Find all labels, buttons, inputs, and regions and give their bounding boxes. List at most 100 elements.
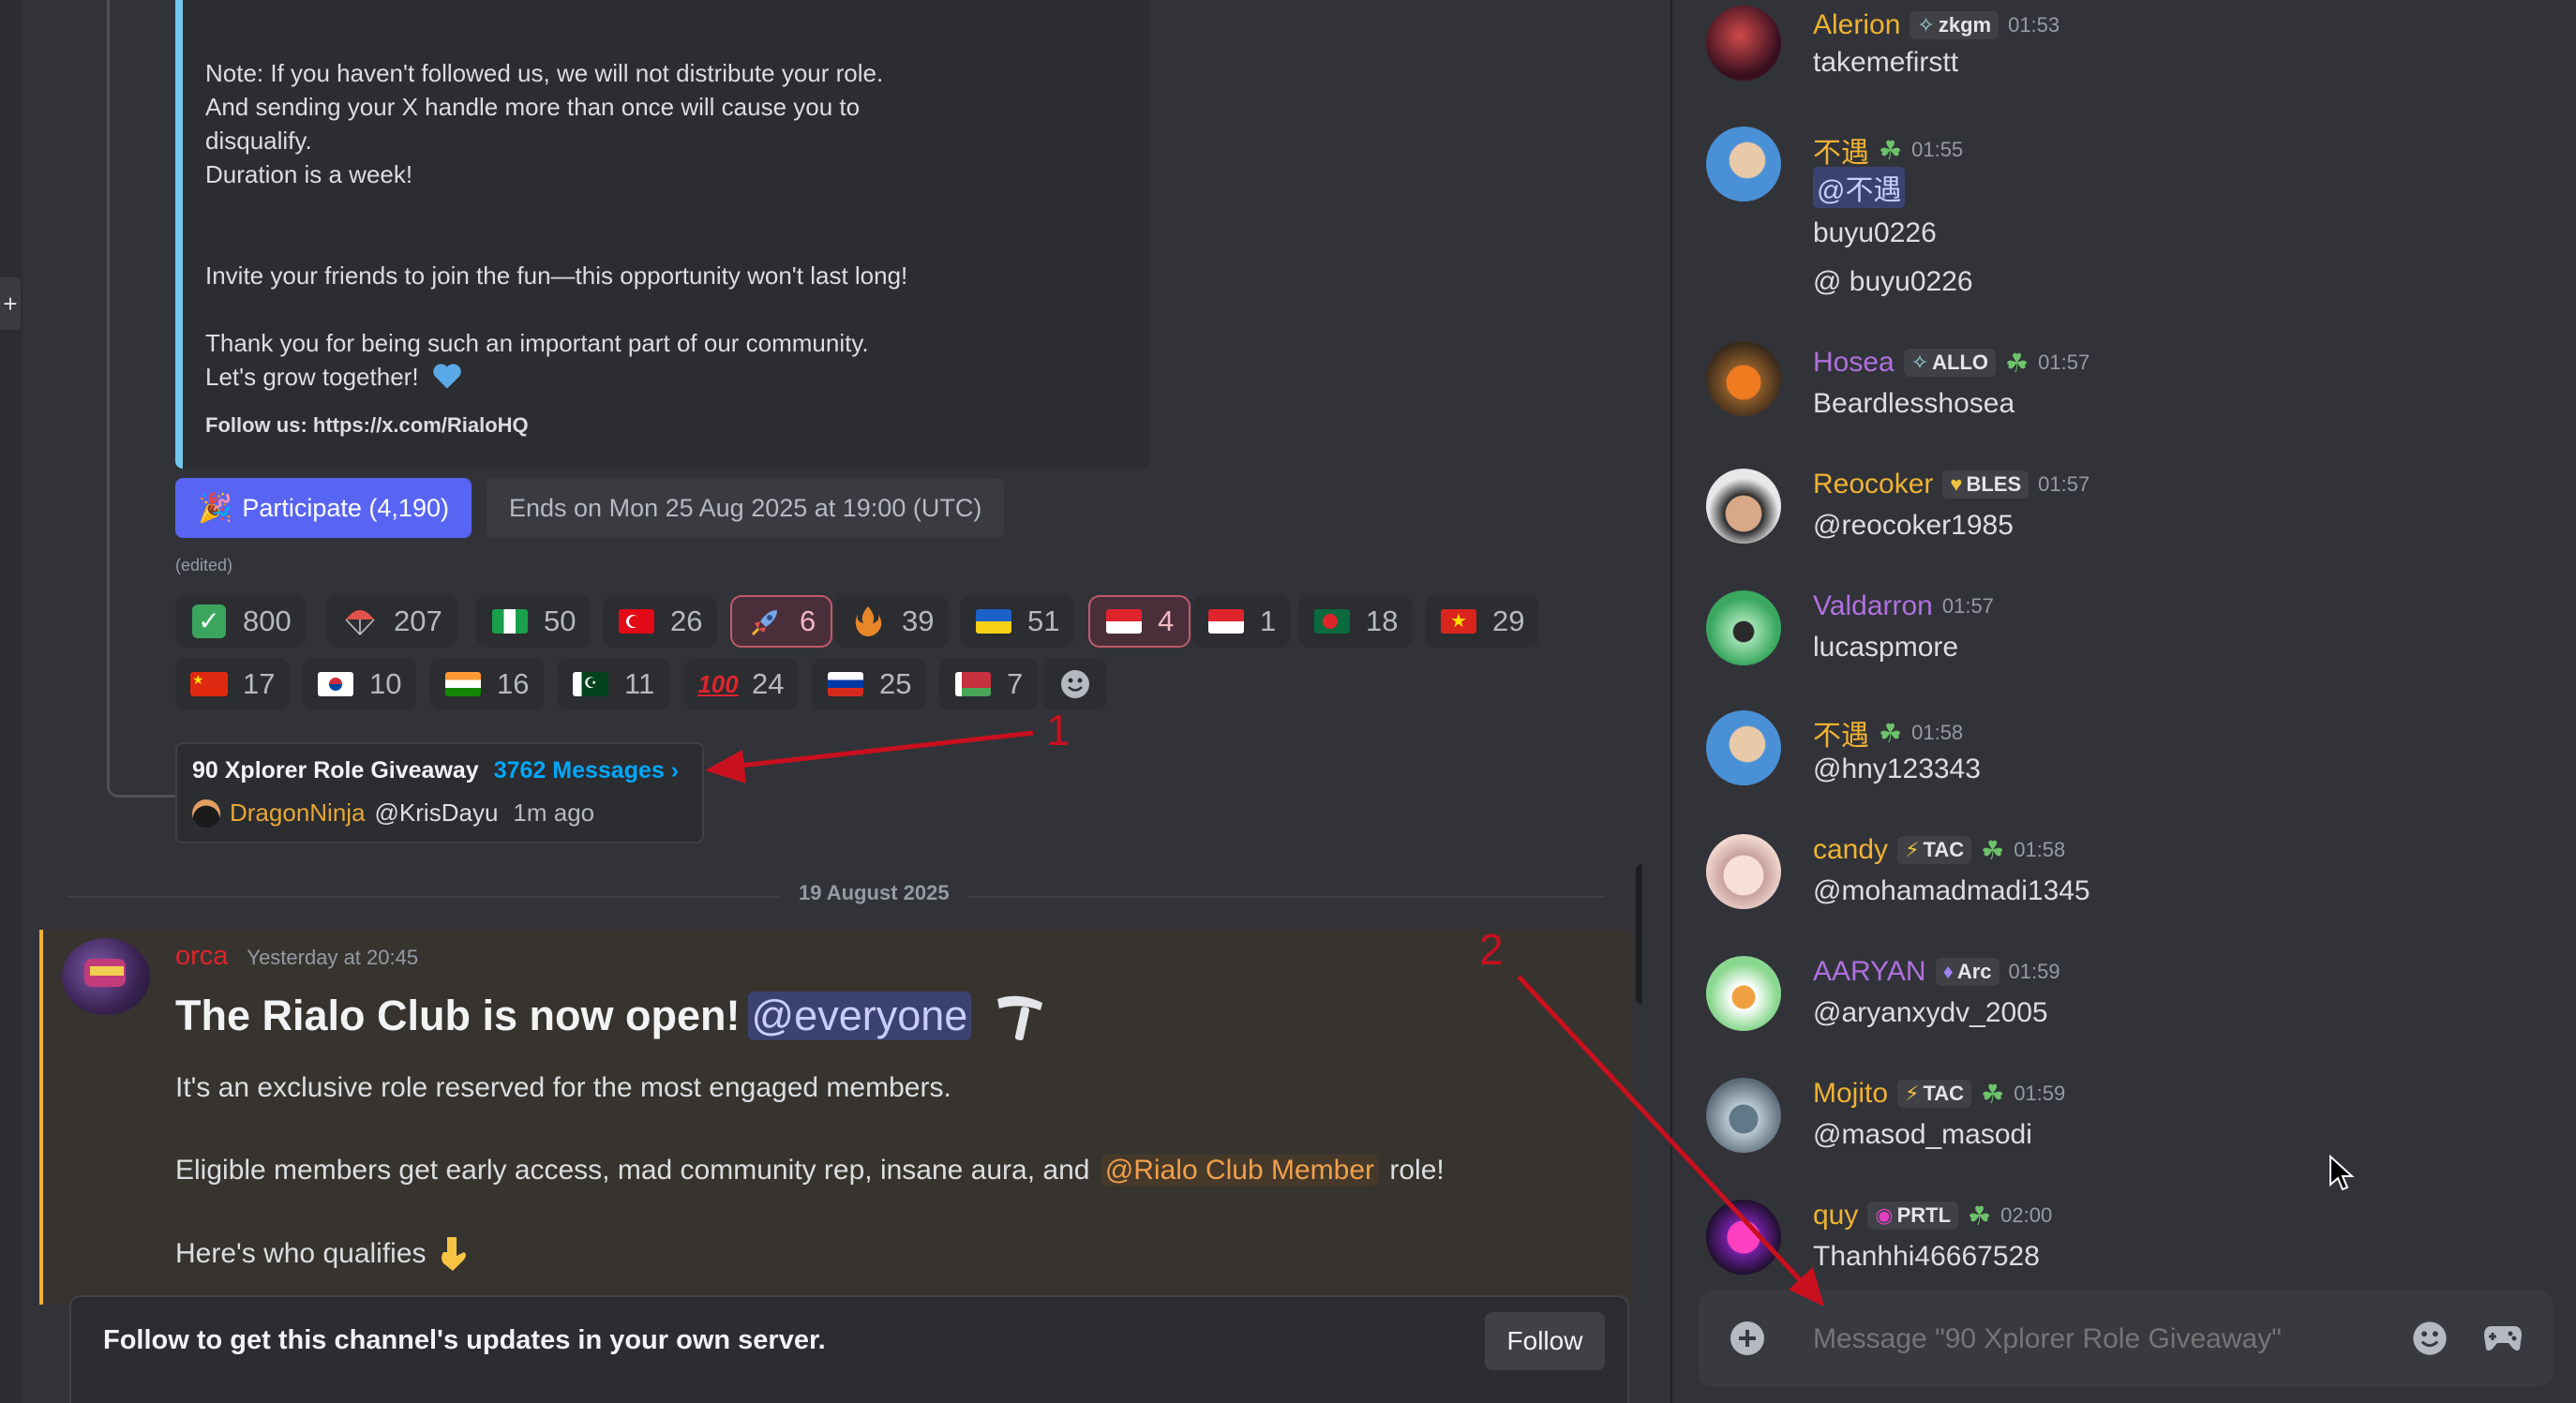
embed-follow-link[interactable]: Follow us: https://x.com/RialoHQ (205, 409, 529, 442)
reaction-flag-indonesia-2[interactable]: 1 (1192, 595, 1292, 648)
flag-indonesia-icon (1105, 609, 1143, 634)
guild-tag: ✧ ALLO (1903, 349, 1997, 377)
channel-pane: + Note: If you haven't followed us, we w… (0, 0, 1642, 1403)
timestamp: 01:55 (1911, 138, 1964, 161)
reaction-flag-vietnam[interactable]: ★ 29 (1425, 595, 1540, 648)
message-input[interactable] (1811, 1312, 2396, 1366)
participate-button[interactable]: 🎉 Participate (4,190) (175, 478, 472, 538)
leaf-badge-icon: ☘ (1981, 835, 2005, 865)
giveaway-end-time: Ends on Mon 25 Aug 2025 at 19:00 (UTC) (487, 478, 1005, 538)
follow-button[interactable]: Follow (1485, 1312, 1605, 1370)
guild-tag: ◉ PRTL (1867, 1202, 1959, 1230)
thread-time: 1m ago (513, 799, 595, 827)
guild-tag: ⚡ TAC (1897, 836, 1972, 864)
reaction-flag-belarus[interactable]: 7 (939, 658, 1039, 710)
flag-turkey-icon (618, 609, 655, 634)
reaction-flag-ukraine[interactable]: 51 (960, 595, 1075, 648)
thread-title: 90 Xplorer Role Giveaway (192, 757, 479, 784)
mouse-cursor-icon (2329, 1155, 2355, 1191)
message-text: @masod_masodi (1813, 1119, 2032, 1150)
thread-preview-card[interactable]: 90 Xplorer Role Giveaway 3762 Messages ›… (175, 742, 704, 843)
reaction-flag-india[interactable]: 16 (429, 658, 545, 710)
add-icon[interactable]: + (0, 277, 21, 330)
server-sidebar-edge (0, 0, 22, 1403)
embed-invite: Invite your friends to join the fun—this… (205, 261, 908, 290)
username[interactable]: quy (1813, 1200, 1858, 1231)
guild-tag-label: PRTL (1896, 1203, 1952, 1227)
username[interactable]: Mojito (1813, 1078, 1888, 1110)
sparkle-icon: ✧ (1917, 13, 1935, 37)
emoji-icon[interactable] (2411, 1320, 2449, 1357)
everyone-mention[interactable]: @everyone (747, 992, 972, 1040)
avatar (1706, 6, 1781, 81)
user-mention[interactable]: @不遇 (1813, 167, 1906, 208)
thread-message-count[interactable]: 3762 Messages › (494, 757, 679, 784)
username[interactable]: 不遇 (1813, 712, 1869, 754)
username[interactable]: Alerion (1813, 9, 1900, 41)
flag-ukraine-icon (975, 609, 1012, 634)
username[interactable]: candy (1813, 834, 1888, 866)
reaction-count: 11 (624, 667, 655, 700)
follow-channel-notice: Follow to get this channel's updates in … (69, 1295, 1629, 1403)
announcement-line-2-end: role! (1389, 1155, 1445, 1186)
username[interactable]: AARYAN (1813, 956, 1926, 988)
message-text: @reocoker1985 (1813, 510, 2014, 541)
reaction-count: 29 (1492, 604, 1525, 637)
channel-scrollbar[interactable] (1636, 864, 1642, 1005)
avatar (62, 938, 150, 1015)
announcement-author[interactable]: orca (175, 941, 228, 972)
reaction-flag-nigeria[interactable]: 50 (476, 595, 592, 648)
bolt-icon: ⚡ (1905, 1082, 1920, 1105)
ring-icon: ◉ (1875, 1203, 1894, 1227)
gamepad-icon[interactable] (2482, 1320, 2524, 1357)
reaction-flame-emblem[interactable]: 39 (834, 595, 950, 648)
date-divider-label: 19 August 2025 (799, 881, 950, 904)
reaction-flag-china[interactable]: ★ 17 (175, 658, 291, 710)
add-attachment-icon[interactable] (1729, 1320, 1766, 1357)
reaction-count: 207 (394, 604, 442, 637)
flame-icon: ♦ (1942, 960, 1954, 983)
username[interactable]: 不遇 (1813, 129, 1869, 171)
date-divider: 19 August 2025 (67, 881, 1605, 909)
reaction-check[interactable]: ✓ 800 (175, 595, 307, 648)
edited-label: (edited) (175, 556, 233, 575)
participate-label: Participate (4,190) (242, 493, 449, 522)
flag-vietnam-icon: ★ (1440, 609, 1477, 634)
reaction-flag-bangladesh[interactable]: 18 (1298, 595, 1414, 648)
reaction-count: 16 (497, 667, 530, 700)
flag-russia-icon (827, 672, 864, 696)
leaf-badge-icon: ☘ (2005, 348, 2029, 378)
reaction-count: 4 (1158, 604, 1175, 637)
message-text: takemefirstt (1813, 47, 1959, 78)
avatar (1706, 590, 1781, 665)
avatar (1706, 127, 1781, 201)
role-mention[interactable]: @Rialo Club Member (1101, 1155, 1379, 1186)
username[interactable]: Reocoker (1813, 469, 1933, 500)
flag-nigeria-icon (491, 609, 529, 634)
guild-tag-label: TAC (1923, 838, 1965, 861)
add-reaction-button[interactable] (1043, 658, 1107, 710)
username[interactable]: Valdarron (1813, 590, 1933, 622)
guild-tag: ♦ Arc (1935, 958, 1999, 986)
reaction-flag-pakistan[interactable]: ☪ 11 (557, 658, 670, 710)
reaction-parachute[interactable]: 207 (326, 595, 457, 648)
message-composer[interactable] (1699, 1290, 2554, 1387)
message-text: buyu0226 (1813, 217, 1937, 248)
avatar (192, 799, 220, 828)
leaf-badge-icon: ☘ (1879, 718, 1903, 748)
reaction-hundred[interactable]: 100 24 (684, 658, 800, 710)
message-text: @hny123343 (1813, 754, 1981, 784)
username[interactable]: Hosea (1813, 347, 1895, 379)
reaction-flag-korea[interactable]: 10 (302, 658, 417, 710)
reaction-flag-indonesia[interactable]: 4 (1088, 595, 1191, 648)
embed-grow-text: Let's grow together! (205, 363, 419, 391)
guild-tag-label: zkgm (1938, 13, 1992, 37)
reaction-flag-russia[interactable]: 25 (812, 658, 927, 710)
reaction-flag-turkey[interactable]: 26 (603, 595, 718, 648)
timestamp: 01:58 (2014, 838, 2066, 861)
reaction-rocket[interactable]: 6 (730, 595, 833, 648)
guild-tag-label: ALLO (1932, 351, 1989, 374)
message-text: @ buyu0226 (1813, 266, 1973, 297)
follow-notice-text: Follow to get this channel's updates in … (103, 1325, 826, 1355)
hundred-icon: 100 (697, 669, 739, 698)
